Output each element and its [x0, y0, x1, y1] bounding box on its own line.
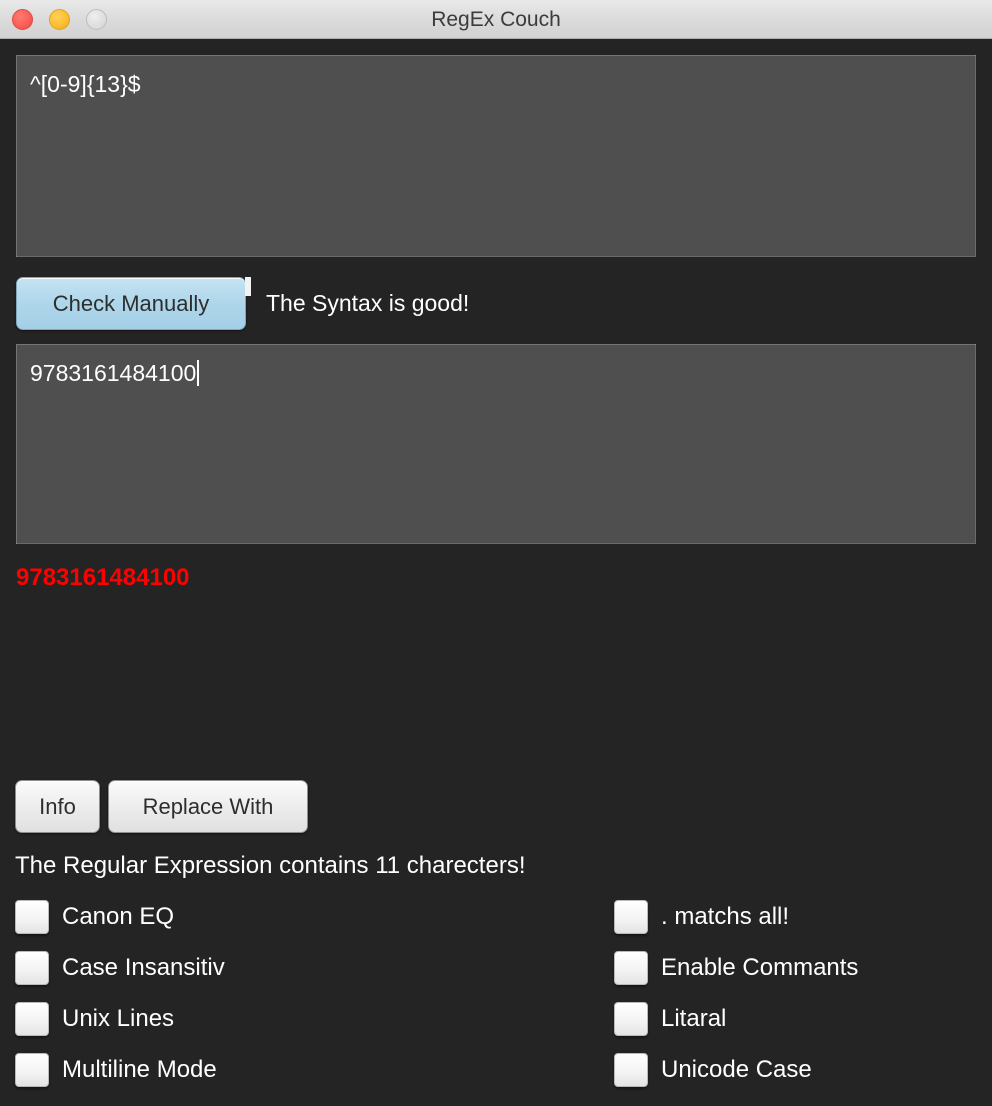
focus-indicator — [245, 277, 251, 296]
checkbox-row-multiline-mode[interactable]: Multiline Mode — [15, 1052, 217, 1088]
checkbox-row-unicode-case[interactable]: Unicode Case — [614, 1052, 812, 1088]
checkbox-dot-matches-all[interactable] — [614, 900, 648, 934]
match-result-text: 9783161484100 — [16, 564, 190, 591]
checkbox-label-canon-eq: Canon EQ — [62, 903, 175, 930]
checkbox-canon-eq[interactable] — [15, 900, 49, 934]
checkbox-label-literal: Litaral — [661, 1005, 727, 1032]
checkbox-case-insensitive[interactable] — [15, 951, 49, 985]
text-cursor — [197, 360, 200, 386]
info-button[interactable]: Info — [15, 780, 100, 833]
checkbox-row-dot-matches-all[interactable]: . matchs all! — [614, 899, 789, 935]
checkbox-multiline-mode[interactable] — [15, 1053, 49, 1087]
window-title: RegEx Couch — [431, 8, 561, 31]
checkbox-row-case-insensitive[interactable]: Case Insansitiv — [15, 950, 225, 986]
regex-input[interactable]: ^[0-9]{13}$ — [16, 55, 976, 257]
checkbox-label-enable-comments: Enable Commants — [661, 954, 859, 981]
checkbox-label-dot-matches-all: . matchs all! — [661, 903, 790, 930]
checkbox-label-case-insensitive: Case Insansitiv — [62, 954, 225, 981]
checkbox-enable-comments[interactable] — [614, 951, 648, 985]
checkbox-row-unix-lines[interactable]: Unix Lines — [15, 1001, 174, 1037]
syntax-status-text: The Syntax is good! — [266, 290, 470, 316]
checkbox-literal[interactable] — [614, 1002, 648, 1036]
test-string-value: 9783161484100 — [30, 360, 197, 386]
checkbox-unicode-case[interactable] — [614, 1053, 648, 1087]
window-titlebar: RegEx Couch — [0, 0, 992, 39]
regex-couch-window: RegEx Couch ^[0-9]{13}$ Check Manually T… — [0, 0, 992, 1106]
checkbox-row-canon-eq[interactable]: Canon EQ — [15, 899, 174, 935]
checkbox-label-unicode-case: Unicode Case — [661, 1056, 812, 1083]
check-manually-button[interactable]: Check Manually — [16, 277, 246, 330]
checkbox-row-literal[interactable]: Litaral — [614, 1001, 726, 1037]
test-string-input[interactable]: 9783161484100 — [16, 344, 976, 544]
character-count-text: The Regular Expression contains 11 chare… — [15, 852, 526, 879]
checkbox-label-unix-lines: Unix Lines — [62, 1005, 175, 1032]
checkbox-row-enable-comments[interactable]: Enable Commants — [614, 950, 858, 986]
checkbox-label-multiline-mode: Multiline Mode — [62, 1056, 217, 1083]
replace-with-button[interactable]: Replace With — [108, 780, 308, 833]
checkbox-unix-lines[interactable] — [15, 1002, 49, 1036]
